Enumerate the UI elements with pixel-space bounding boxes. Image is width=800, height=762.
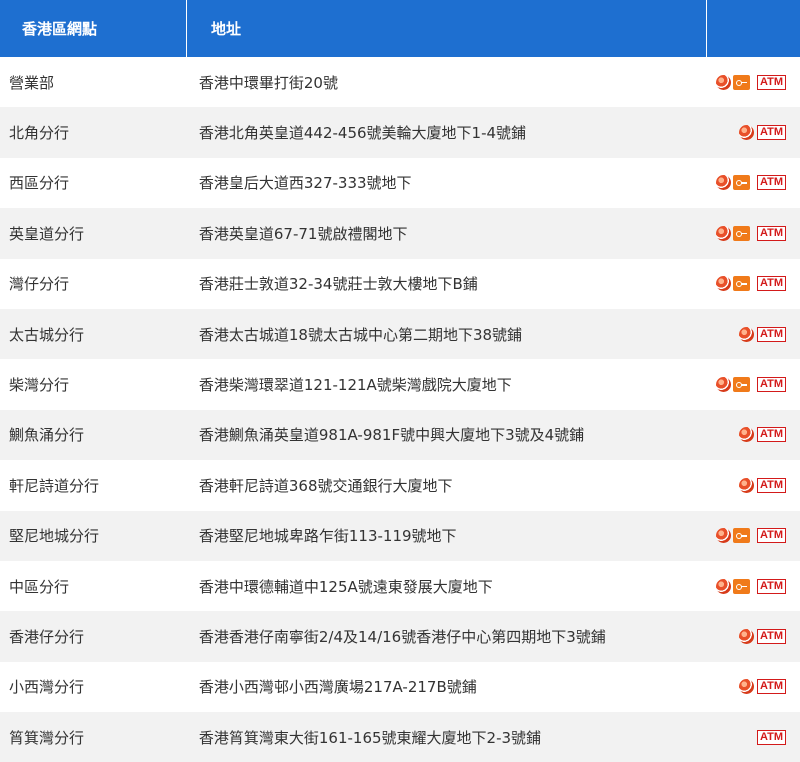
- branch-name[interactable]: 柴灣分行: [0, 374, 187, 395]
- branch-name[interactable]: 軒尼詩道分行: [0, 475, 187, 496]
- atm-icon: ATM: [756, 276, 786, 292]
- table-row[interactable]: 香港仔分行 香港香港仔南寧街2/4及14/16號香港仔中心第四期地下3號鋪 ATM: [0, 611, 800, 662]
- branch-address: 香港香港仔南寧街2/4及14/16號香港仔中心第四期地下3號鋪: [198, 627, 606, 646]
- table-row[interactable]: 筲箕灣分行 香港筲箕灣東大街161-165號東耀大廈地下2-3號鋪 ATM: [0, 712, 800, 762]
- branch-address: 香港莊士敦道32-34號莊士敦大樓地下B鋪: [198, 275, 478, 294]
- table-row[interactable]: 北角分行 香港北角英皇道442-456號美輪大廈地下1-4號鋪 ATM: [0, 107, 800, 158]
- safe-deposit-key-icon: [732, 276, 750, 292]
- table-row[interactable]: 營業部 香港中環畢打街20號 ATM: [0, 57, 800, 107]
- atm-icon: ATM: [756, 225, 786, 241]
- table-header: 香港區網點 地址: [0, 0, 800, 57]
- branch-name[interactable]: 西區分行: [0, 172, 187, 193]
- branch-services: ATM: [696, 578, 800, 594]
- services-column-header: [706, 0, 800, 57]
- branch-address: 香港鰂魚涌英皇道981A-981F號中興大廈地下3號及4號鋪: [198, 426, 585, 445]
- cheque-service-icon: [715, 175, 731, 191]
- atm-icon: ATM: [756, 628, 786, 644]
- branch-services: ATM: [696, 225, 800, 241]
- branch-services: ATM: [696, 175, 800, 191]
- atm-icon: ATM: [756, 377, 786, 393]
- table-row[interactable]: 小西灣分行 香港小西灣邨小西灣廣場217A-217B號鋪 ATM: [0, 662, 800, 712]
- atm-icon: ATM: [756, 175, 786, 191]
- branch-services: ATM: [696, 74, 800, 90]
- branch-address: 香港皇后大道西327-333號地下: [198, 174, 412, 193]
- atm-icon: ATM: [756, 578, 786, 594]
- cheque-service-icon: [738, 326, 754, 342]
- branch-name[interactable]: 北角分行: [0, 122, 187, 143]
- table-row[interactable]: 鰂魚涌分行 香港鰂魚涌英皇道981A-981F號中興大廈地下3號及4號鋪 ATM: [0, 409, 800, 461]
- branch-services: ATM: [696, 528, 800, 544]
- branch-name[interactable]: 英皇道分行: [0, 223, 187, 244]
- atm-icon: ATM: [756, 477, 786, 493]
- branch-address: 香港柴灣環翠道121-121A號柴灣戲院大廈地下: [198, 376, 512, 395]
- branch-services: ATM: [696, 276, 800, 292]
- table-row[interactable]: 中區分行 香港中環德輔道中125A號遠東發展大廈地下 ATM: [0, 561, 800, 611]
- address-column-header[interactable]: 地址: [186, 0, 706, 57]
- atm-icon: ATM: [756, 326, 786, 342]
- atm-icon: ATM: [756, 74, 786, 90]
- branch-name[interactable]: 鰂魚涌分行: [0, 424, 187, 445]
- branch-address: 香港中環德輔道中125A號遠東發展大廈地下: [198, 577, 493, 596]
- branch-services: ATM: [696, 729, 800, 745]
- branch-services: ATM: [696, 679, 800, 695]
- safe-deposit-key-icon: [732, 578, 750, 594]
- branch-name[interactable]: 灣仔分行: [0, 273, 187, 294]
- cheque-service-icon: [715, 578, 731, 594]
- table-row[interactable]: 軒尼詩道分行 香港軒尼詩道368號交通銀行大廈地下 ATM: [0, 460, 800, 510]
- branch-address: 香港堅尼地城卑路乍街113-119號地下: [198, 527, 457, 546]
- branch-name[interactable]: 堅尼地城分行: [0, 525, 187, 546]
- branch-name[interactable]: 中區分行: [0, 576, 187, 597]
- cheque-service-icon: [738, 679, 754, 695]
- atm-icon: ATM: [756, 427, 786, 443]
- branch-services: ATM: [696, 125, 800, 141]
- branch-address: 香港小西灣邨小西灣廣場217A-217B號鋪: [198, 678, 477, 697]
- branch-services: ATM: [696, 427, 800, 443]
- atm-icon: ATM: [756, 528, 786, 544]
- cheque-service-icon: [738, 477, 754, 493]
- cheque-service-icon: [715, 276, 731, 292]
- branch-address: 香港筲箕灣東大街161-165號東耀大廈地下2-3號鋪: [198, 728, 542, 747]
- branch-address: 香港太古城道18號太古城中心第二期地下38號鋪: [198, 325, 523, 344]
- safe-deposit-key-icon: [732, 74, 750, 90]
- table-row[interactable]: 灣仔分行 香港莊士敦道32-34號莊士敦大樓地下B鋪 ATM: [0, 259, 800, 309]
- branch-services: ATM: [696, 377, 800, 393]
- atm-icon: ATM: [756, 125, 786, 141]
- branch-name[interactable]: 筲箕灣分行: [0, 727, 187, 748]
- branch-table: 香港區網點 地址 營業部 香港中環畢打街20號 ATM 北角分行 香港北角英皇道442-…: [0, 0, 800, 762]
- table-row[interactable]: 太古城分行 香港太古城道18號太古城中心第二期地下38號鋪 ATM: [0, 308, 800, 360]
- branch-name[interactable]: 太古城分行: [0, 324, 187, 345]
- branch-address: 香港軒尼詩道368號交通銀行大廈地下: [198, 476, 453, 495]
- safe-deposit-key-icon: [732, 528, 750, 544]
- atm-icon: ATM: [756, 679, 786, 695]
- safe-deposit-key-icon: [732, 225, 750, 241]
- branch-address: 香港英皇道67-71號啟禮閣地下: [198, 224, 408, 243]
- branch-address: 香港北角英皇道442-456號美輪大廈地下1-4號鋪: [198, 124, 527, 143]
- cheque-service-icon: [715, 74, 731, 90]
- cheque-service-icon: [715, 377, 731, 393]
- safe-deposit-key-icon: [732, 377, 750, 393]
- table-row[interactable]: 柴灣分行 香港柴灣環翠道121-121A號柴灣戲院大廈地下 ATM: [0, 359, 800, 409]
- branch-services: ATM: [696, 477, 800, 493]
- table-row[interactable]: 西區分行 香港皇后大道西327-333號地下 ATM: [0, 158, 800, 208]
- cheque-service-icon: [738, 427, 754, 443]
- branch-address: 香港中環畢打街20號: [198, 73, 338, 92]
- safe-deposit-key-icon: [732, 175, 750, 191]
- branch-services: ATM: [696, 326, 800, 342]
- atm-icon: ATM: [756, 729, 786, 745]
- branch-services: ATM: [696, 628, 800, 644]
- cheque-service-icon: [715, 225, 731, 241]
- branch-name[interactable]: 小西灣分行: [0, 676, 187, 697]
- table-body: 營業部 香港中環畢打街20號 ATM 北角分行 香港北角英皇道442-456號美輪大廈地…: [0, 57, 800, 762]
- cheque-service-icon: [715, 528, 731, 544]
- branch-name[interactable]: 香港仔分行: [0, 626, 187, 647]
- cheque-service-icon: [738, 628, 754, 644]
- table-row[interactable]: 堅尼地城分行 香港堅尼地城卑路乍街113-119號地下 ATM: [0, 510, 800, 561]
- district-column-header[interactable]: 香港區網點: [0, 0, 186, 57]
- branch-name[interactable]: 營業部: [0, 72, 187, 93]
- table-row[interactable]: 英皇道分行 香港英皇道67-71號啟禮閣地下 ATM: [0, 208, 800, 259]
- cheque-service-icon: [738, 125, 754, 141]
